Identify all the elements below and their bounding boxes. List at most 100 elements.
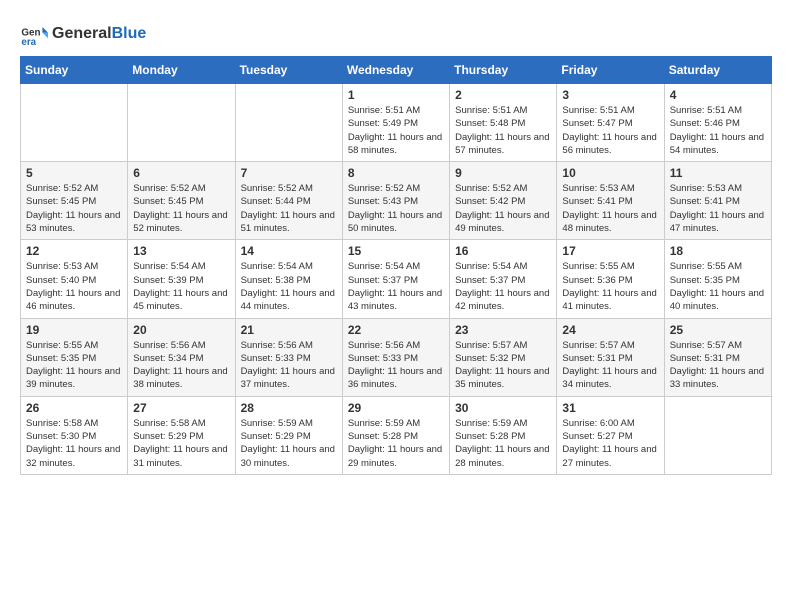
calendar-cell: 27 Sunrise: 5:58 AMSunset: 5:29 PMDayligh…	[128, 396, 235, 474]
day-number: 28	[241, 401, 337, 415]
day-info: Sunrise: 5:51 AMSunset: 5:49 PMDaylight:…	[348, 104, 444, 157]
day-info: Sunrise: 5:53 AMSunset: 5:40 PMDaylight:…	[26, 260, 122, 313]
day-info: Sunrise: 5:53 AMSunset: 5:41 PMDaylight:…	[562, 182, 658, 235]
calendar-cell: 18 Sunrise: 5:55 AMSunset: 5:35 PMDayligh…	[664, 240, 771, 318]
svg-text:era: era	[21, 37, 36, 48]
day-number: 15	[348, 244, 444, 258]
calendar-cell: 12Sunrise: 5:53 AMSunset: 5:40 PMDayligh…	[21, 240, 128, 318]
day-number: 5	[26, 166, 122, 180]
day-number: 16	[455, 244, 551, 258]
calendar-cell: 15 Sunrise: 5:54 AMSunset: 5:37 PMDayligh…	[342, 240, 449, 318]
calendar-cell: 29Sunrise: 5:59 AMSunset: 5:28 PMDayligh…	[342, 396, 449, 474]
calendar-cell: 20 Sunrise: 5:56 AMSunset: 5:34 PMDayligh…	[128, 318, 235, 396]
calendar-cell: 28 Sunrise: 5:59 AMSunset: 5:29 PMDayligh…	[235, 396, 342, 474]
day-info: Sunrise: 5:56 AMSunset: 5:33 PMDaylight:…	[348, 339, 444, 392]
day-info: Sunrise: 5:54 AMSunset: 5:37 PMDaylight:…	[348, 260, 444, 313]
day-info: Sunrise: 5:56 AMSunset: 5:34 PMDaylight:…	[133, 339, 229, 392]
calendar-cell: 16 Sunrise: 5:54 AMSunset: 5:37 PMDayligh…	[450, 240, 557, 318]
day-info: Sunrise: 5:55 AMSunset: 5:36 PMDaylight:…	[562, 260, 658, 313]
day-info: Sunrise: 5:58 AMSunset: 5:30 PMDaylight:…	[26, 417, 122, 470]
day-number: 10	[562, 166, 658, 180]
day-number: 22	[348, 323, 444, 337]
day-number: 13	[133, 244, 229, 258]
calendar-cell: 6 Sunrise: 5:52 AMSunset: 5:45 PMDaylight…	[128, 162, 235, 240]
weekday-header-tuesday: Tuesday	[235, 57, 342, 84]
weekday-header-wednesday: Wednesday	[342, 57, 449, 84]
calendar-cell: 5Sunrise: 5:52 AMSunset: 5:45 PMDaylight…	[21, 162, 128, 240]
day-info: Sunrise: 5:51 AMSunset: 5:48 PMDaylight:…	[455, 104, 551, 157]
calendar-cell	[664, 396, 771, 474]
logo: Gen era GeneralBlue	[20, 20, 146, 48]
calendar-cell: 9 Sunrise: 5:52 AMSunset: 5:42 PMDaylight…	[450, 162, 557, 240]
calendar-cell	[128, 84, 235, 162]
calendar-cell: 23 Sunrise: 5:57 AMSunset: 5:32 PMDayligh…	[450, 318, 557, 396]
calendar-cell: 26 Sunrise: 5:58 AMSunset: 5:30 PMDayligh…	[21, 396, 128, 474]
day-number: 18	[670, 244, 766, 258]
day-number: 21	[241, 323, 337, 337]
day-info: Sunrise: 5:54 AMSunset: 5:38 PMDaylight:…	[241, 260, 337, 313]
week-row-5: 26 Sunrise: 5:58 AMSunset: 5:30 PMDayligh…	[21, 396, 772, 474]
day-number: 23	[455, 323, 551, 337]
day-number: 4	[670, 88, 766, 102]
weekday-header-row: SundayMondayTuesdayWednesdayThursdayFrid…	[21, 57, 772, 84]
calendar-cell: 3 Sunrise: 5:51 AMSunset: 5:47 PMDaylight…	[557, 84, 664, 162]
calendar-cell: 21 Sunrise: 5:56 AMSunset: 5:33 PMDayligh…	[235, 318, 342, 396]
day-info: Sunrise: 5:53 AMSunset: 5:41 PMDaylight:…	[670, 182, 766, 235]
calendar-cell: 1 Sunrise: 5:51 AMSunset: 5:49 PMDaylight…	[342, 84, 449, 162]
calendar-cell	[21, 84, 128, 162]
day-number: 2	[455, 88, 551, 102]
weekday-header-saturday: Saturday	[664, 57, 771, 84]
generalblue-logo-icon: Gen era	[20, 20, 48, 48]
weekday-header-monday: Monday	[128, 57, 235, 84]
week-row-4: 19 Sunrise: 5:55 AMSunset: 5:35 PMDayligh…	[21, 318, 772, 396]
day-number: 26	[26, 401, 122, 415]
calendar-cell: 22 Sunrise: 5:56 AMSunset: 5:33 PMDayligh…	[342, 318, 449, 396]
calendar-cell: 4 Sunrise: 5:51 AMSunset: 5:46 PMDaylight…	[664, 84, 771, 162]
day-info: Sunrise: 5:54 AMSunset: 5:37 PMDaylight:…	[455, 260, 551, 313]
calendar-cell: 13 Sunrise: 5:54 AMSunset: 5:39 PMDayligh…	[128, 240, 235, 318]
day-number: 11	[670, 166, 766, 180]
day-info: Sunrise: 5:55 AMSunset: 5:35 PMDaylight:…	[670, 260, 766, 313]
calendar-cell: 17 Sunrise: 5:55 AMSunset: 5:36 PMDayligh…	[557, 240, 664, 318]
day-number: 24	[562, 323, 658, 337]
calendar-cell: 25Sunrise: 5:57 AMSunset: 5:31 PMDayligh…	[664, 318, 771, 396]
day-number: 3	[562, 88, 658, 102]
calendar-cell	[235, 84, 342, 162]
day-number: 29	[348, 401, 444, 415]
calendar-cell: 7Sunrise: 5:52 AMSunset: 5:44 PMDaylight…	[235, 162, 342, 240]
week-row-1: 1 Sunrise: 5:51 AMSunset: 5:49 PMDaylight…	[21, 84, 772, 162]
day-number: 17	[562, 244, 658, 258]
day-info: Sunrise: 5:52 AMSunset: 5:45 PMDaylight:…	[133, 182, 229, 235]
calendar-cell: 24Sunrise: 5:57 AMSunset: 5:31 PMDayligh…	[557, 318, 664, 396]
day-info: Sunrise: 5:52 AMSunset: 5:42 PMDaylight:…	[455, 182, 551, 235]
day-info: Sunrise: 5:59 AMSunset: 5:29 PMDaylight:…	[241, 417, 337, 470]
calendar-cell: 8Sunrise: 5:52 AMSunset: 5:43 PMDaylight…	[342, 162, 449, 240]
day-number: 19	[26, 323, 122, 337]
calendar-cell: 19 Sunrise: 5:55 AMSunset: 5:35 PMDayligh…	[21, 318, 128, 396]
weekday-header-thursday: Thursday	[450, 57, 557, 84]
day-info: Sunrise: 5:55 AMSunset: 5:35 PMDaylight:…	[26, 339, 122, 392]
day-info: Sunrise: 5:51 AMSunset: 5:46 PMDaylight:…	[670, 104, 766, 157]
week-row-2: 5 Sunrise: 5:52 AMSunset: 5:45 PMDaylight…	[21, 162, 772, 240]
weekday-header-sunday: Sunday	[21, 57, 128, 84]
day-info: Sunrise: 5:54 AMSunset: 5:39 PMDaylight:…	[133, 260, 229, 313]
day-info: Sunrise: 5:58 AMSunset: 5:29 PMDaylight:…	[133, 417, 229, 470]
calendar-table: SundayMondayTuesdayWednesdayThursdayFrid…	[20, 56, 772, 475]
day-number: 9	[455, 166, 551, 180]
day-number: 31	[562, 401, 658, 415]
logo-general-text: General	[52, 25, 112, 42]
day-number: 1	[348, 88, 444, 102]
day-number: 27	[133, 401, 229, 415]
calendar-cell: 2 Sunrise: 5:51 AMSunset: 5:48 PMDaylight…	[450, 84, 557, 162]
day-info: Sunrise: 5:51 AMSunset: 5:47 PMDaylight:…	[562, 104, 658, 157]
day-number: 30	[455, 401, 551, 415]
day-number: 6	[133, 166, 229, 180]
day-number: 20	[133, 323, 229, 337]
day-info: Sunrise: 5:57 AMSunset: 5:32 PMDaylight:…	[455, 339, 551, 392]
calendar-cell: 14Sunrise: 5:54 AMSunset: 5:38 PMDayligh…	[235, 240, 342, 318]
day-info: Sunrise: 5:52 AMSunset: 5:43 PMDaylight:…	[348, 182, 444, 235]
day-info: Sunrise: 5:56 AMSunset: 5:33 PMDaylight:…	[241, 339, 337, 392]
day-info: Sunrise: 5:57 AMSunset: 5:31 PMDaylight:…	[670, 339, 766, 392]
day-number: 7	[241, 166, 337, 180]
weekday-header-friday: Friday	[557, 57, 664, 84]
